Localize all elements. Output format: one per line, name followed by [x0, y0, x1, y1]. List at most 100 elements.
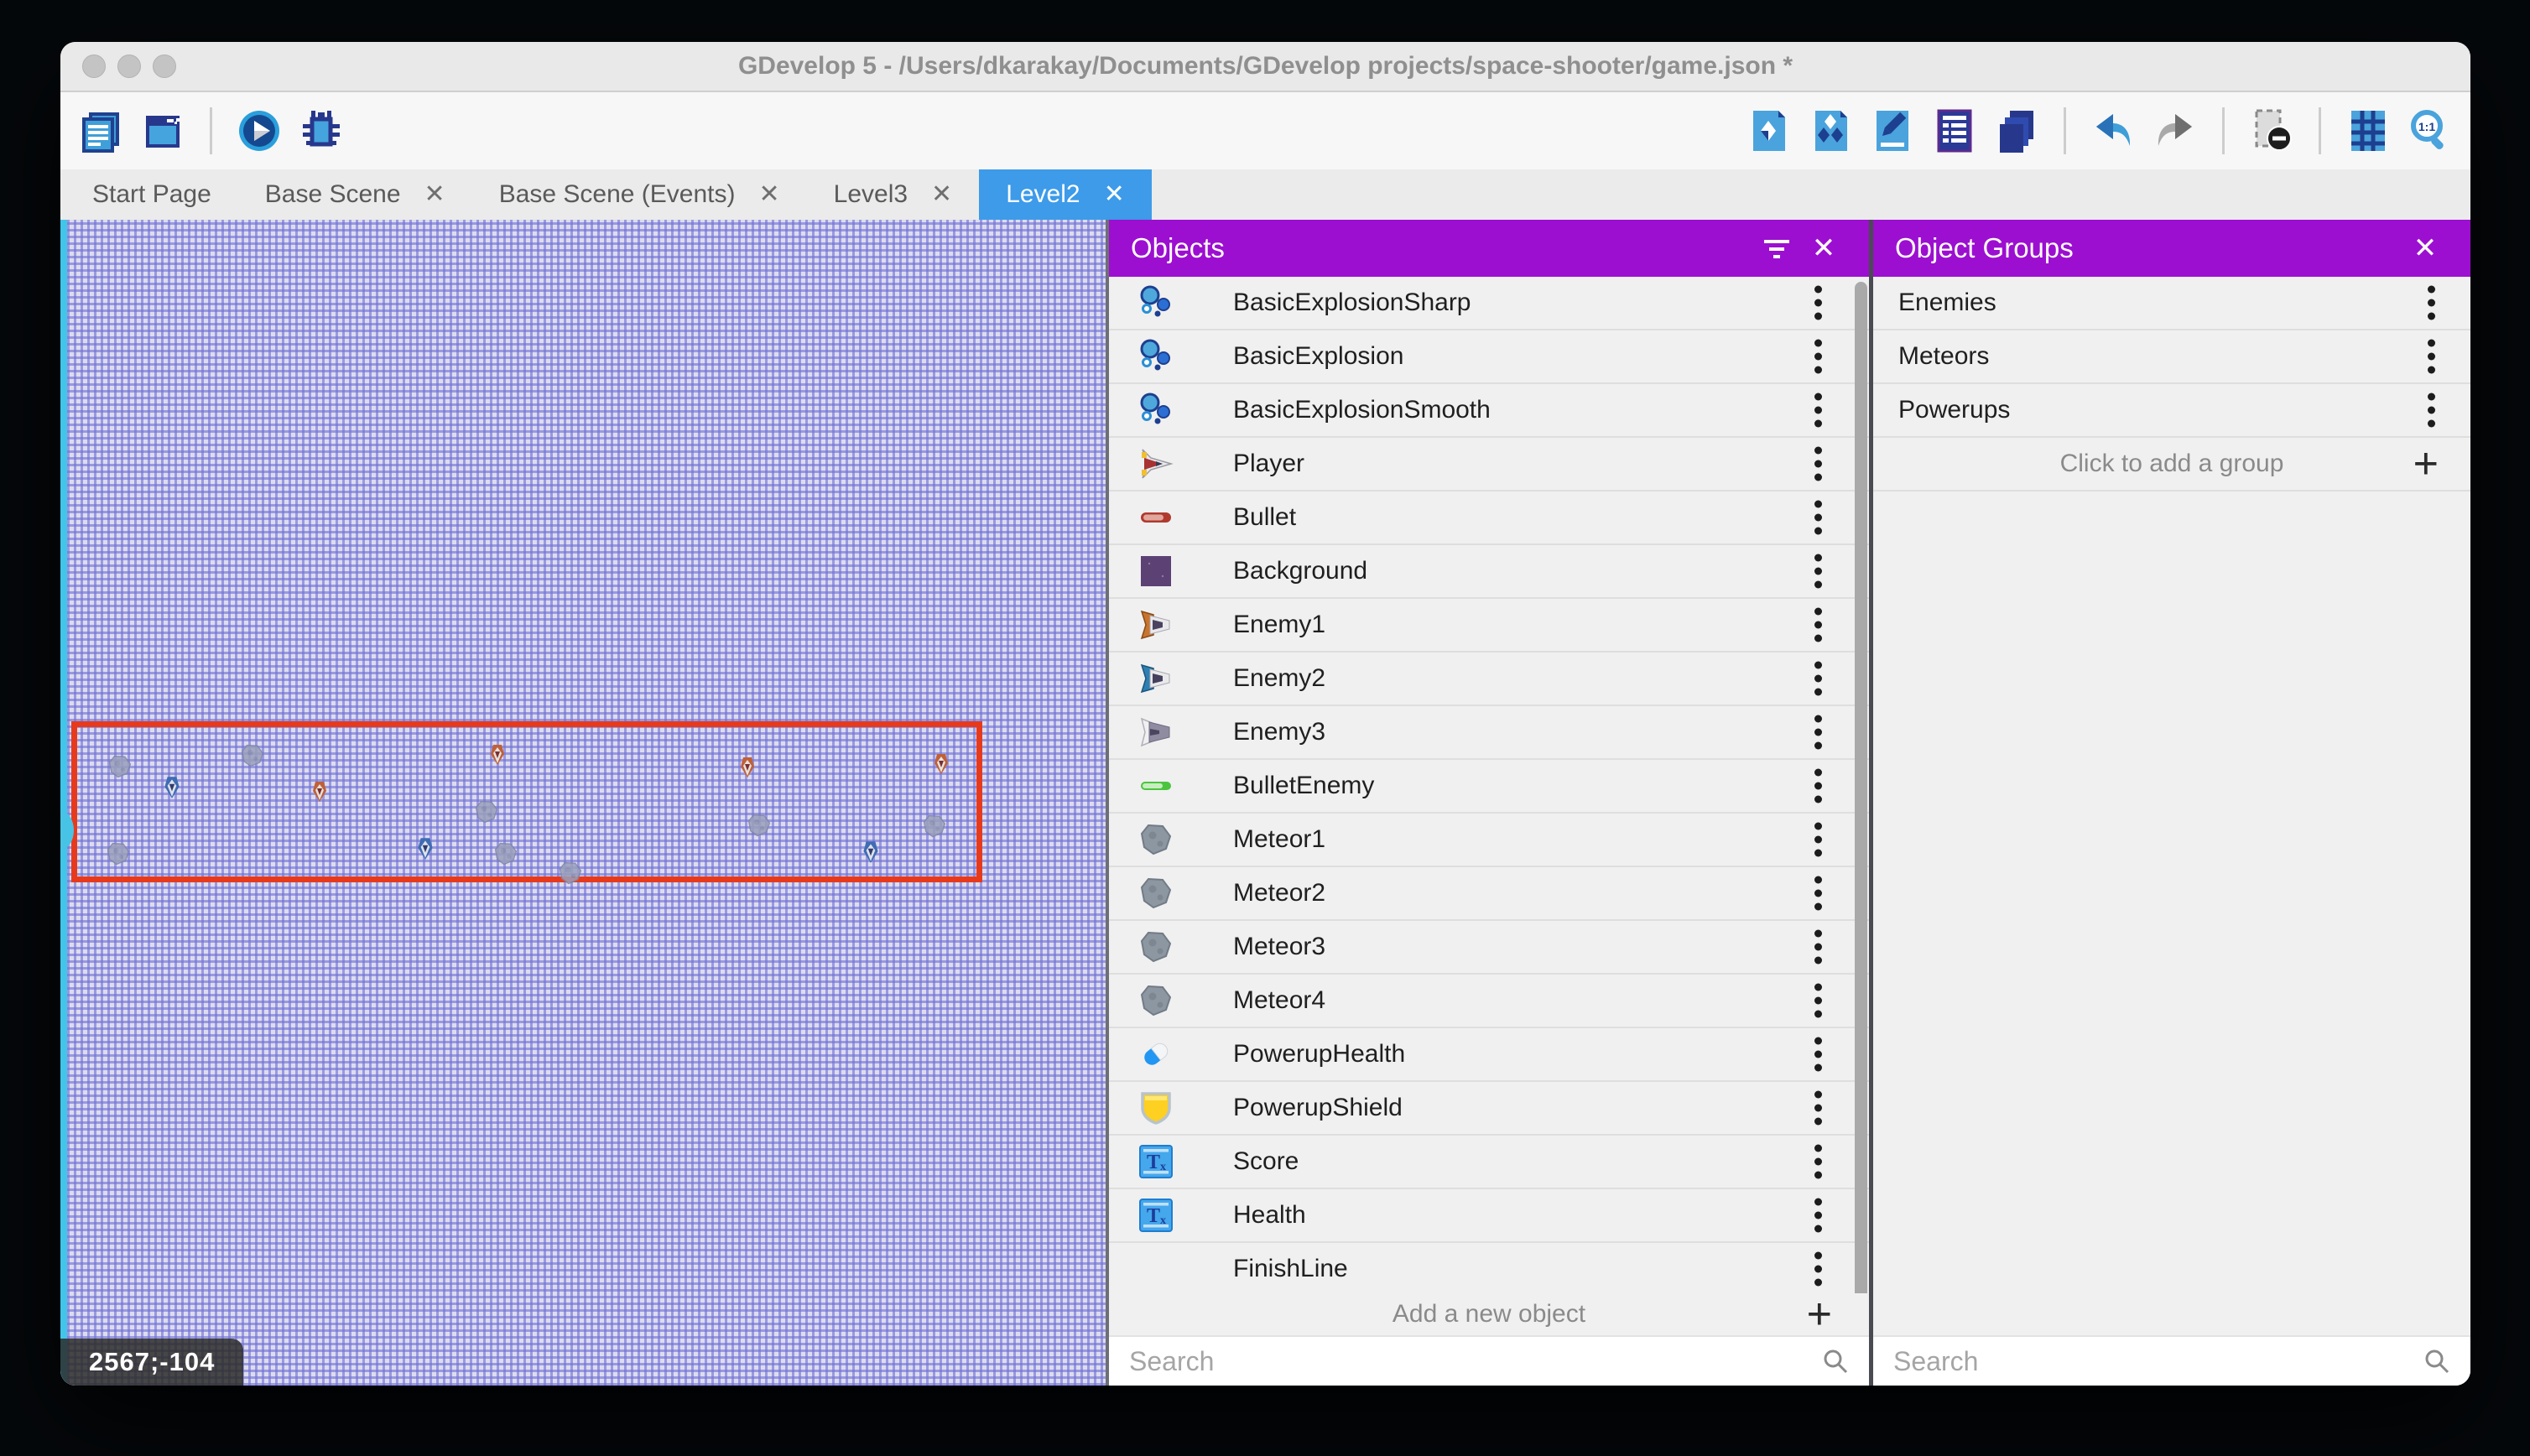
redo-icon[interactable]: [2152, 107, 2199, 154]
filter-icon[interactable]: [1753, 225, 1800, 272]
object-context-menu-icon[interactable]: [1809, 388, 1827, 433]
enemy-instance[interactable]: [931, 751, 951, 775]
grid-icon[interactable]: [2345, 107, 2392, 154]
instances-list-icon[interactable]: [1931, 107, 1978, 154]
meteor-instance[interactable]: [746, 812, 773, 839]
object-context-menu-icon[interactable]: [1809, 1140, 1827, 1184]
object-row-poweruphealth[interactable]: PowerupHealth: [1109, 1028, 1869, 1082]
object-context-menu-icon[interactable]: [1809, 1193, 1827, 1238]
close-icon[interactable]: ✕: [1800, 225, 1847, 272]
object-row-background[interactable]: Background: [1109, 545, 1869, 599]
object-row-meteor1[interactable]: Meteor1: [1109, 814, 1869, 867]
object-context-menu-icon[interactable]: [1809, 281, 1827, 325]
object-row-enemy3[interactable]: Enemy3: [1109, 706, 1869, 760]
group-context-menu-icon[interactable]: [2423, 388, 2440, 433]
tab-base-scene[interactable]: Base Scene✕: [238, 169, 472, 220]
object-context-menu-icon[interactable]: [1809, 710, 1827, 755]
objects-editor-icon[interactable]: [1745, 107, 1792, 154]
object-groups-icon[interactable]: [1807, 107, 1854, 154]
object-label: BasicExplosionSmooth: [1233, 396, 1491, 424]
layers-icon[interactable]: [1993, 107, 2040, 154]
tab-level3[interactable]: Level3✕: [807, 169, 980, 220]
debug-icon[interactable]: [298, 107, 345, 154]
close-icon[interactable]: ✕: [2402, 225, 2449, 272]
enemy-instance[interactable]: [737, 755, 757, 778]
scene-editor-icon[interactable]: [139, 107, 186, 154]
meteor-instance[interactable]: [107, 753, 133, 780]
enemy-instance[interactable]: [414, 835, 436, 861]
object-row-basicexplosion[interactable]: BasicExplosion: [1109, 330, 1869, 384]
objects-panel: Objects ✕ BasicExplosionSharpBasicExplos…: [1109, 220, 1869, 1386]
object-context-menu-icon[interactable]: [1809, 442, 1827, 486]
undo-icon[interactable]: [2090, 107, 2137, 154]
object-row-health[interactable]: TxHealth: [1109, 1189, 1869, 1243]
close-icon[interactable]: ✕: [1104, 182, 1125, 207]
object-row-basicexplosionsmooth[interactable]: BasicExplosionSmooth: [1109, 384, 1869, 438]
objects-scrollbar[interactable]: [1855, 282, 1867, 1293]
toolbar-divider: [210, 107, 212, 154]
tab-level2[interactable]: Level2✕: [979, 169, 1152, 220]
object-row-enemy1[interactable]: Enemy1: [1109, 599, 1869, 653]
enemy-instance[interactable]: [860, 839, 882, 864]
object-context-menu-icon[interactable]: [1809, 657, 1827, 701]
object-label: Bullet: [1233, 503, 1296, 532]
enemy-instance[interactable]: [487, 742, 508, 766]
object-context-menu-icon[interactable]: [1809, 925, 1827, 970]
enemy-instance[interactable]: [161, 774, 183, 799]
object-row-meteor4[interactable]: Meteor4: [1109, 975, 1869, 1028]
object-context-menu-icon[interactable]: [1809, 818, 1827, 862]
properties-icon[interactable]: [1869, 107, 1916, 154]
object-context-menu-icon[interactable]: [1809, 1247, 1827, 1292]
object-context-menu-icon[interactable]: [1809, 1032, 1827, 1077]
gdevelop-window: GDevelop 5 - /Users/dkarakay/Documents/G…: [60, 42, 2470, 1386]
tab-start-page[interactable]: Start Page: [65, 169, 238, 220]
group-context-menu-icon[interactable]: [2423, 335, 2440, 379]
object-context-menu-icon[interactable]: [1809, 764, 1827, 809]
object-row-bullet[interactable]: Bullet: [1109, 491, 1869, 545]
object-context-menu-icon[interactable]: [1809, 496, 1827, 540]
object-context-menu-icon[interactable]: [1809, 979, 1827, 1023]
object-row-meteor2[interactable]: Meteor2: [1109, 867, 1869, 921]
close-icon[interactable]: ✕: [931, 182, 952, 207]
object-row-meteor3[interactable]: Meteor3: [1109, 921, 1869, 975]
object-row-bulletenemy[interactable]: BulletEnemy: [1109, 760, 1869, 814]
meteor-instance[interactable]: [492, 840, 519, 867]
groups-search-input[interactable]: [1892, 1345, 2422, 1378]
group-row-powerups[interactable]: Powerups: [1873, 384, 2470, 438]
objects-search-input[interactable]: [1127, 1345, 1820, 1378]
finish-line-instance[interactable]: [60, 220, 67, 1386]
object-row-finishline[interactable]: FinishLine: [1109, 1243, 1869, 1293]
group-row-enemies[interactable]: Enemies: [1873, 277, 2470, 330]
object-row-score[interactable]: TxScore: [1109, 1136, 1869, 1189]
project-manager-icon[interactable]: [77, 107, 124, 154]
meteor-instance[interactable]: [239, 742, 266, 769]
add-group-button[interactable]: Click to add a group +: [1873, 438, 2470, 491]
meteor-instance[interactable]: [557, 860, 584, 887]
close-window-button[interactable]: [82, 55, 106, 78]
object-context-menu-icon[interactable]: [1809, 871, 1827, 916]
tab-base-scene-events[interactable]: Base Scene (Events)✕: [472, 169, 807, 220]
group-context-menu-icon[interactable]: [2423, 281, 2440, 325]
object-row-enemy2[interactable]: Enemy2: [1109, 653, 1869, 706]
add-object-button[interactable]: Add a new object +: [1109, 1293, 1869, 1335]
maximize-window-button[interactable]: [153, 55, 176, 78]
group-row-meteors[interactable]: Meteors: [1873, 330, 2470, 384]
close-icon[interactable]: ✕: [759, 182, 780, 207]
meteor-instance[interactable]: [105, 840, 132, 867]
scene-canvas[interactable]: 2567;-104: [60, 220, 1106, 1386]
object-context-menu-icon[interactable]: [1809, 603, 1827, 647]
enemy-instance[interactable]: [310, 779, 330, 803]
meteor-instance[interactable]: [473, 798, 500, 825]
close-icon[interactable]: ✕: [424, 182, 445, 207]
minimize-window-button[interactable]: [117, 55, 141, 78]
object-row-powerupshield[interactable]: PowerupShield: [1109, 1082, 1869, 1136]
mask-icon[interactable]: [2248, 107, 2295, 154]
zoom-ratio-icon[interactable]: 1:1: [2407, 107, 2454, 154]
object-row-basicexplosionsharp[interactable]: BasicExplosionSharp: [1109, 277, 1869, 330]
preview-play-icon[interactable]: [236, 107, 283, 154]
object-context-menu-icon[interactable]: [1809, 1086, 1827, 1131]
object-row-player[interactable]: Player: [1109, 438, 1869, 491]
object-context-menu-icon[interactable]: [1809, 549, 1827, 594]
object-context-menu-icon[interactable]: [1809, 335, 1827, 379]
meteor-instance[interactable]: [921, 813, 948, 840]
